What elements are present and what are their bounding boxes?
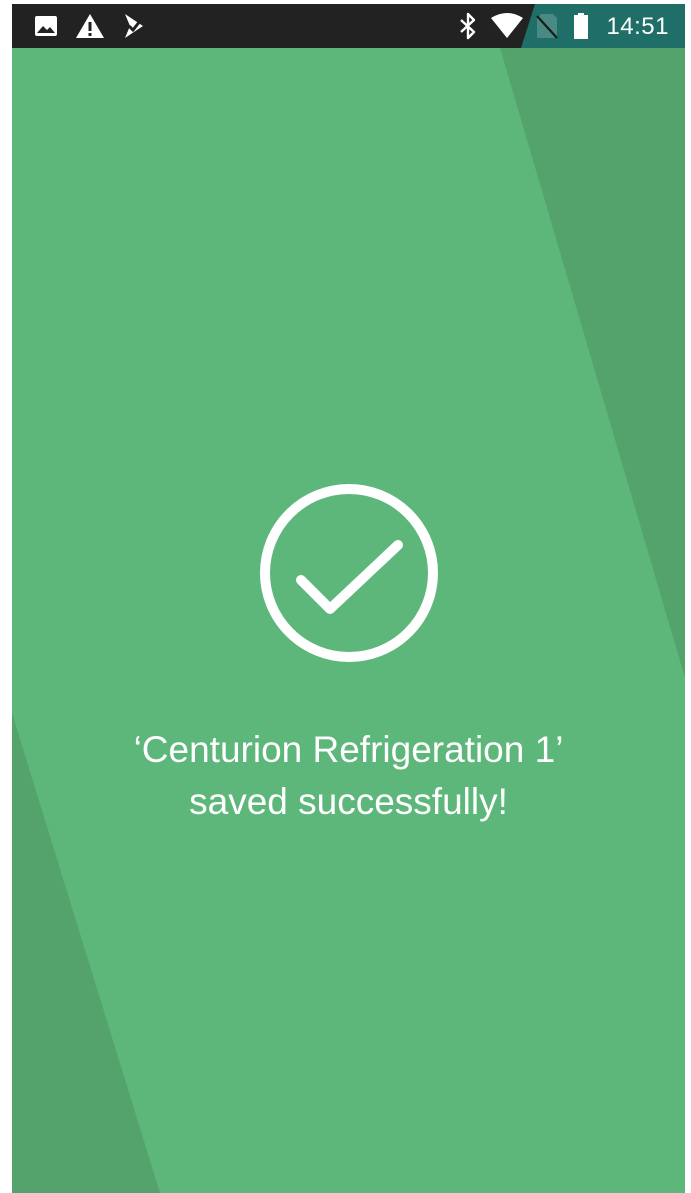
warning-icon xyxy=(75,4,105,48)
status-time: 14:51 xyxy=(606,13,669,40)
bluetooth-icon xyxy=(458,4,478,48)
success-screen: ‘Centurion Refrigeration 1’ saved succes… xyxy=(12,48,685,1193)
check-flag-icon xyxy=(122,4,146,48)
success-message-title: ‘Centurion Refrigeration 1’ xyxy=(133,729,564,770)
phone-screen: 14:51 ‘Centurion Refrigeration 1’ saved … xyxy=(12,4,685,1193)
image-icon xyxy=(34,4,58,48)
success-message: ‘Centurion Refrigeration 1’ saved succes… xyxy=(12,724,685,828)
battery-icon xyxy=(573,4,589,48)
status-bar: 14:51 xyxy=(12,4,685,48)
success-message-subtitle: saved successfully! xyxy=(189,781,508,822)
no-sim-icon xyxy=(535,4,559,48)
wifi-icon xyxy=(490,4,524,48)
check-circle-icon xyxy=(258,482,440,664)
